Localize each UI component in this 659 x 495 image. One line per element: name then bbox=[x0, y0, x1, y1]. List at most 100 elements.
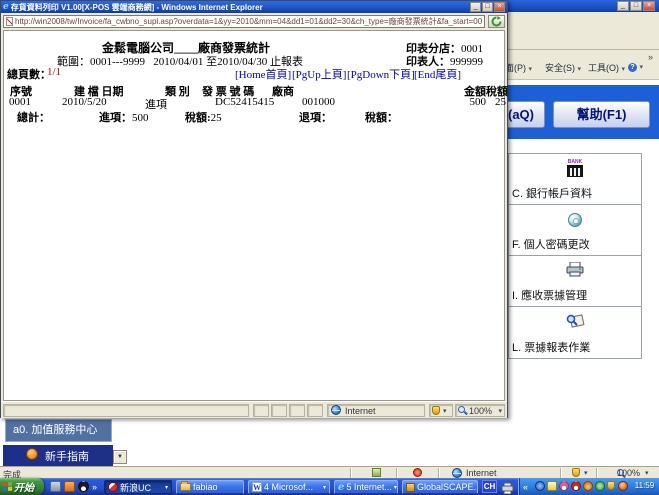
task-label: 5 Internet... bbox=[346, 482, 392, 492]
help-f1-button[interactable]: 幫助(F1) bbox=[553, 101, 650, 128]
ql-app-icon[interactable] bbox=[50, 481, 61, 492]
protected-mode-icon bbox=[432, 406, 440, 415]
totals-in: 進項：500 bbox=[99, 109, 149, 125]
globalscape-icon bbox=[406, 483, 415, 492]
nav-pgdown-link[interactable]: [PgDown下頁] bbox=[347, 66, 415, 82]
task-globalscape[interactable]: GlobalSCAPE... bbox=[402, 480, 478, 494]
printer-icon bbox=[566, 262, 584, 282]
address-input[interactable]: http://win2008/tw/Invoice/fa_cwbno_supl.… bbox=[3, 15, 485, 28]
clock[interactable]: 11:59 bbox=[631, 481, 658, 490]
caret-icon: ▾ bbox=[165, 484, 168, 491]
col-type: 類 別 bbox=[165, 83, 190, 99]
report-page: 金鬆電腦公司____廠商發票統計 印表分店：0001 範圍：0001---999… bbox=[3, 30, 505, 401]
nav-end-link[interactable]: [End尾頁] bbox=[414, 66, 461, 82]
addon-icon bbox=[372, 468, 381, 477]
pages-value: 1/1 bbox=[47, 66, 61, 78]
tray-penguin-pink-icon[interactable] bbox=[559, 481, 569, 491]
folder-icon bbox=[180, 483, 191, 491]
quicklaunch-overflow[interactable]: » bbox=[92, 482, 97, 492]
main-status-bar: 完成 Internet ▾ 100% ▾ bbox=[0, 466, 659, 478]
popup-titlebar[interactable]: e 存貨資料列印 V1.00[X-POS 雲端商務網] - Windows In… bbox=[1, 1, 507, 13]
safety-menu[interactable]: 安全(S) ▾ bbox=[545, 61, 581, 74]
popup-address-bar: http://win2008/tw/Invoice/fa_cwbno_supl.… bbox=[1, 13, 507, 30]
menu-item-label: I. 應收票據管理 bbox=[512, 287, 587, 303]
refresh-icon bbox=[491, 16, 502, 27]
language-indicator[interactable]: CH bbox=[482, 480, 497, 493]
restore-button[interactable]: □ bbox=[482, 2, 493, 12]
nav-home-link[interactable]: [Home首頁] bbox=[235, 66, 291, 82]
tray-green-icon[interactable] bbox=[595, 481, 605, 491]
system-tray: « 11:59 bbox=[518, 478, 659, 495]
menu-item-label: C. 銀行帳戶資料 bbox=[512, 185, 592, 201]
go-button[interactable] bbox=[488, 15, 505, 28]
page-menu[interactable]: 面(P) ▾ bbox=[505, 61, 532, 74]
caret-icon[interactable]: ▾ bbox=[645, 469, 649, 477]
ie-icon: e bbox=[338, 482, 344, 493]
nav-pgup-link[interactable]: [PgUp上頁] bbox=[292, 66, 346, 82]
printer-tray-icon[interactable] bbox=[501, 481, 514, 495]
status-panel bbox=[3, 404, 249, 417]
commandbar-overflow[interactable]: » bbox=[648, 52, 653, 62]
caret-icon: ▾ bbox=[498, 407, 502, 415]
close-button[interactable]: × bbox=[643, 1, 655, 11]
zone-panel: Internet bbox=[327, 404, 425, 417]
address-url: http://win2008/tw/Invoice/fa_cwbno_supl.… bbox=[15, 16, 482, 27]
caret-icon[interactable]: ▾ bbox=[584, 469, 588, 477]
task-sina-uc[interactable]: 新浪UC ▾ bbox=[104, 480, 172, 494]
protected-mode-panel[interactable]: ▾ bbox=[429, 404, 453, 417]
status-panel bbox=[307, 404, 323, 417]
protected-mode-icon bbox=[572, 468, 580, 477]
totals-tax-label: 稅額: bbox=[185, 112, 211, 124]
totals-out-label: 退項： bbox=[299, 109, 332, 125]
divider bbox=[596, 468, 597, 478]
task-label: GlobalSCAPE... bbox=[417, 482, 478, 492]
restore-button[interactable]: □ bbox=[630, 1, 642, 11]
menu-item-password-change[interactable]: F. 個人密碼更改 bbox=[509, 205, 641, 256]
menu-table: BANK C. 銀行帳戶資料 F. 個人密碼更改 I. bbox=[508, 153, 642, 359]
zoom-icon bbox=[458, 406, 467, 415]
scroll-down-button[interactable]: ▼ bbox=[113, 450, 127, 464]
tray-shield-icon[interactable] bbox=[607, 481, 615, 490]
ql-orange-app-icon[interactable] bbox=[64, 481, 75, 492]
tray-penguin-red-icon[interactable] bbox=[571, 481, 581, 491]
cd-icon bbox=[568, 213, 582, 227]
tray-blue-icon[interactable] bbox=[535, 481, 545, 491]
close-button[interactable]: × bbox=[494, 2, 505, 12]
tray-ball-icon[interactable] bbox=[618, 481, 628, 491]
globe-icon bbox=[331, 405, 341, 415]
zoom-panel[interactable]: 100% ▾ bbox=[455, 404, 505, 417]
totals-label: 總計： bbox=[17, 109, 50, 125]
addon-icon bbox=[413, 468, 422, 477]
tools-menu[interactable]: 工具(O) ▾ bbox=[588, 61, 625, 74]
menu-item-receivable-notes[interactable]: I. 應收票據管理 bbox=[509, 256, 641, 307]
help-icon: ? bbox=[628, 63, 637, 72]
service-center-button[interactable]: a0. 加值服務中心 bbox=[5, 419, 112, 442]
tray-flame-icon[interactable] bbox=[583, 481, 593, 491]
start-button[interactable]: 开始 bbox=[0, 478, 44, 495]
minimize-button[interactable]: _ bbox=[617, 1, 629, 11]
tray-collapse-button[interactable]: « bbox=[523, 482, 528, 492]
divider bbox=[560, 468, 561, 478]
caret-icon: ▾ bbox=[529, 66, 533, 73]
menu-item-bank-accounts[interactable]: BANK C. 銀行帳戶資料 bbox=[509, 154, 641, 205]
newbie-guide-button[interactable]: 新手指南 bbox=[3, 445, 113, 466]
tray-note-icon[interactable] bbox=[547, 481, 557, 491]
task-label: 新浪UC bbox=[120, 481, 151, 494]
zoom-level[interactable]: 100% bbox=[617, 468, 640, 478]
minimize-button[interactable]: _ bbox=[470, 2, 481, 12]
menu-item-label: F. 個人密碼更改 bbox=[512, 236, 590, 252]
zoom-level: 100% bbox=[469, 406, 492, 416]
task-word-group[interactable]: W 4 Microsof... ▾ bbox=[248, 480, 330, 494]
totals-tax: 稅額:25 bbox=[185, 109, 222, 125]
desktop: _ □ × ▾ 面(P) ▾ 安全(S) ▾ 工具(O) ▾ ? ▾ » (aQ… bbox=[0, 0, 659, 495]
ql-qq-icon[interactable] bbox=[78, 481, 89, 492]
help-menu[interactable]: ? ▾ bbox=[628, 61, 643, 72]
task-internet-group[interactable]: e 5 Internet... ▾ bbox=[334, 480, 398, 494]
row-vendor: 001000 bbox=[302, 96, 335, 108]
task-fabiao-folder[interactable]: fabiao bbox=[176, 480, 244, 494]
status-panel bbox=[253, 404, 269, 417]
menu-item-report-operations[interactable]: L. 票據報表作業 bbox=[509, 307, 641, 358]
divider bbox=[396, 468, 397, 478]
tools-menu-label: 工具(O) bbox=[588, 63, 619, 73]
caret-icon: ▾ bbox=[640, 64, 644, 71]
